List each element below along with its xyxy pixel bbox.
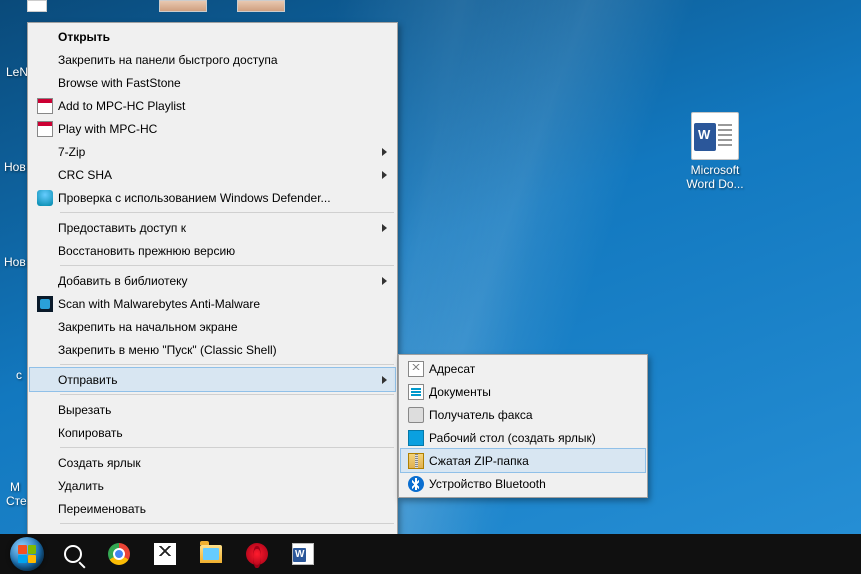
taskbar	[0, 534, 861, 574]
ctx-delete[interactable]: Удалить	[30, 474, 395, 497]
calendar-icon	[37, 98, 53, 114]
top-thumb	[159, 0, 207, 12]
ctx-rename[interactable]: Переименовать	[30, 497, 395, 520]
taskbar-mail[interactable]	[142, 534, 188, 574]
taskbar-opera[interactable]	[234, 534, 280, 574]
sendto-recipient[interactable]: Адресат	[401, 357, 645, 380]
left-label: М	[10, 480, 20, 494]
left-label: Нов	[4, 255, 26, 269]
context-menu: Открыть Закрепить на панели быстрого дос…	[27, 22, 398, 553]
separator	[60, 394, 394, 395]
ctx-crcsha[interactable]: CRC SHA	[30, 163, 395, 186]
left-label: Сте	[6, 494, 27, 508]
ctx-pin-classic[interactable]: Закрепить в меню "Пуск" (Classic Shell)	[30, 338, 395, 361]
send-to-submenu: Адресат Документы Получатель факса Рабоч…	[398, 354, 648, 498]
ctx-pin-quick[interactable]: Закрепить на панели быстрого доступа	[30, 48, 395, 71]
ctx-mbam[interactable]: Scan with Malwarebytes Anti-Malware	[30, 292, 395, 315]
start-button[interactable]	[4, 534, 50, 574]
chevron-right-icon	[382, 376, 387, 384]
desktop-icon	[408, 430, 424, 446]
ctx-open[interactable]: Открыть	[30, 25, 395, 48]
zip-folder-icon	[408, 453, 424, 469]
ctx-access[interactable]: Предоставить доступ к	[30, 216, 395, 239]
sendto-desktop[interactable]: Рабочий стол (создать ярлык)	[401, 426, 645, 449]
sendto-bluetooth[interactable]: Устройство Bluetooth	[401, 472, 645, 495]
ctx-faststone[interactable]: Browse with FastStone	[30, 71, 395, 94]
windows-logo-icon	[10, 537, 44, 571]
left-label: с	[16, 368, 22, 382]
separator	[60, 212, 394, 213]
ctx-add-mpc[interactable]: Add to MPC-HC Playlist	[30, 94, 395, 117]
chevron-right-icon	[382, 171, 387, 179]
chevron-right-icon	[382, 148, 387, 156]
icon-label-line2: Word Do...	[686, 177, 743, 191]
separator	[60, 523, 394, 524]
separator	[60, 364, 394, 365]
word-icon	[292, 543, 314, 565]
desktop-background[interactable]: LeN Нов Нов с М Сте Microsoft Word Do...…	[0, 0, 861, 574]
left-label: LeN	[6, 65, 28, 79]
left-label: Нов	[4, 160, 26, 174]
chevron-right-icon	[382, 277, 387, 285]
chrome-icon	[108, 543, 130, 565]
icon-label-line1: Microsoft	[691, 163, 740, 177]
sendto-fax[interactable]: Получатель факса	[401, 403, 645, 426]
taskbar-search[interactable]	[50, 534, 96, 574]
ctx-restore[interactable]: Восстановить прежнюю версию	[30, 239, 395, 262]
shield-icon	[37, 190, 53, 206]
ctx-send-to[interactable]: Отправить	[30, 368, 395, 391]
calendar-icon	[37, 121, 53, 137]
fax-icon	[408, 407, 424, 423]
sendto-zip[interactable]: Сжатая ZIP-папка	[401, 449, 645, 472]
ctx-cut[interactable]: Вырезать	[30, 398, 395, 421]
documents-icon	[408, 384, 424, 400]
separator	[60, 447, 394, 448]
taskbar-word[interactable]	[280, 534, 326, 574]
ctx-defender[interactable]: Проверка с использованием Windows Defend…	[30, 186, 395, 209]
mail-app-icon	[154, 543, 176, 565]
word-document-icon	[691, 112, 739, 160]
ctx-play-mpc[interactable]: Play with MPC-HC	[30, 117, 395, 140]
ctx-shortcut[interactable]: Создать ярлык	[30, 451, 395, 474]
ctx-library[interactable]: Добавить в библиотеку	[30, 269, 395, 292]
separator	[60, 265, 394, 266]
chevron-right-icon	[382, 224, 387, 232]
opera-icon	[246, 543, 268, 565]
sendto-documents[interactable]: Документы	[401, 380, 645, 403]
ctx-7zip[interactable]: 7-Zip	[30, 140, 395, 163]
ctx-copy[interactable]: Копировать	[30, 421, 395, 444]
malwarebytes-icon	[37, 296, 53, 312]
ctx-pin-start[interactable]: Закрепить на начальном экране	[30, 315, 395, 338]
bluetooth-icon	[408, 476, 424, 492]
top-thumb	[237, 0, 285, 12]
desktop-icon-word-doc[interactable]: Microsoft Word Do...	[676, 112, 754, 191]
file-explorer-icon	[200, 545, 222, 563]
taskbar-explorer[interactable]	[188, 534, 234, 574]
top-thumb	[27, 0, 47, 12]
search-icon	[64, 545, 82, 563]
mail-icon	[408, 361, 424, 377]
taskbar-chrome[interactable]	[96, 534, 142, 574]
